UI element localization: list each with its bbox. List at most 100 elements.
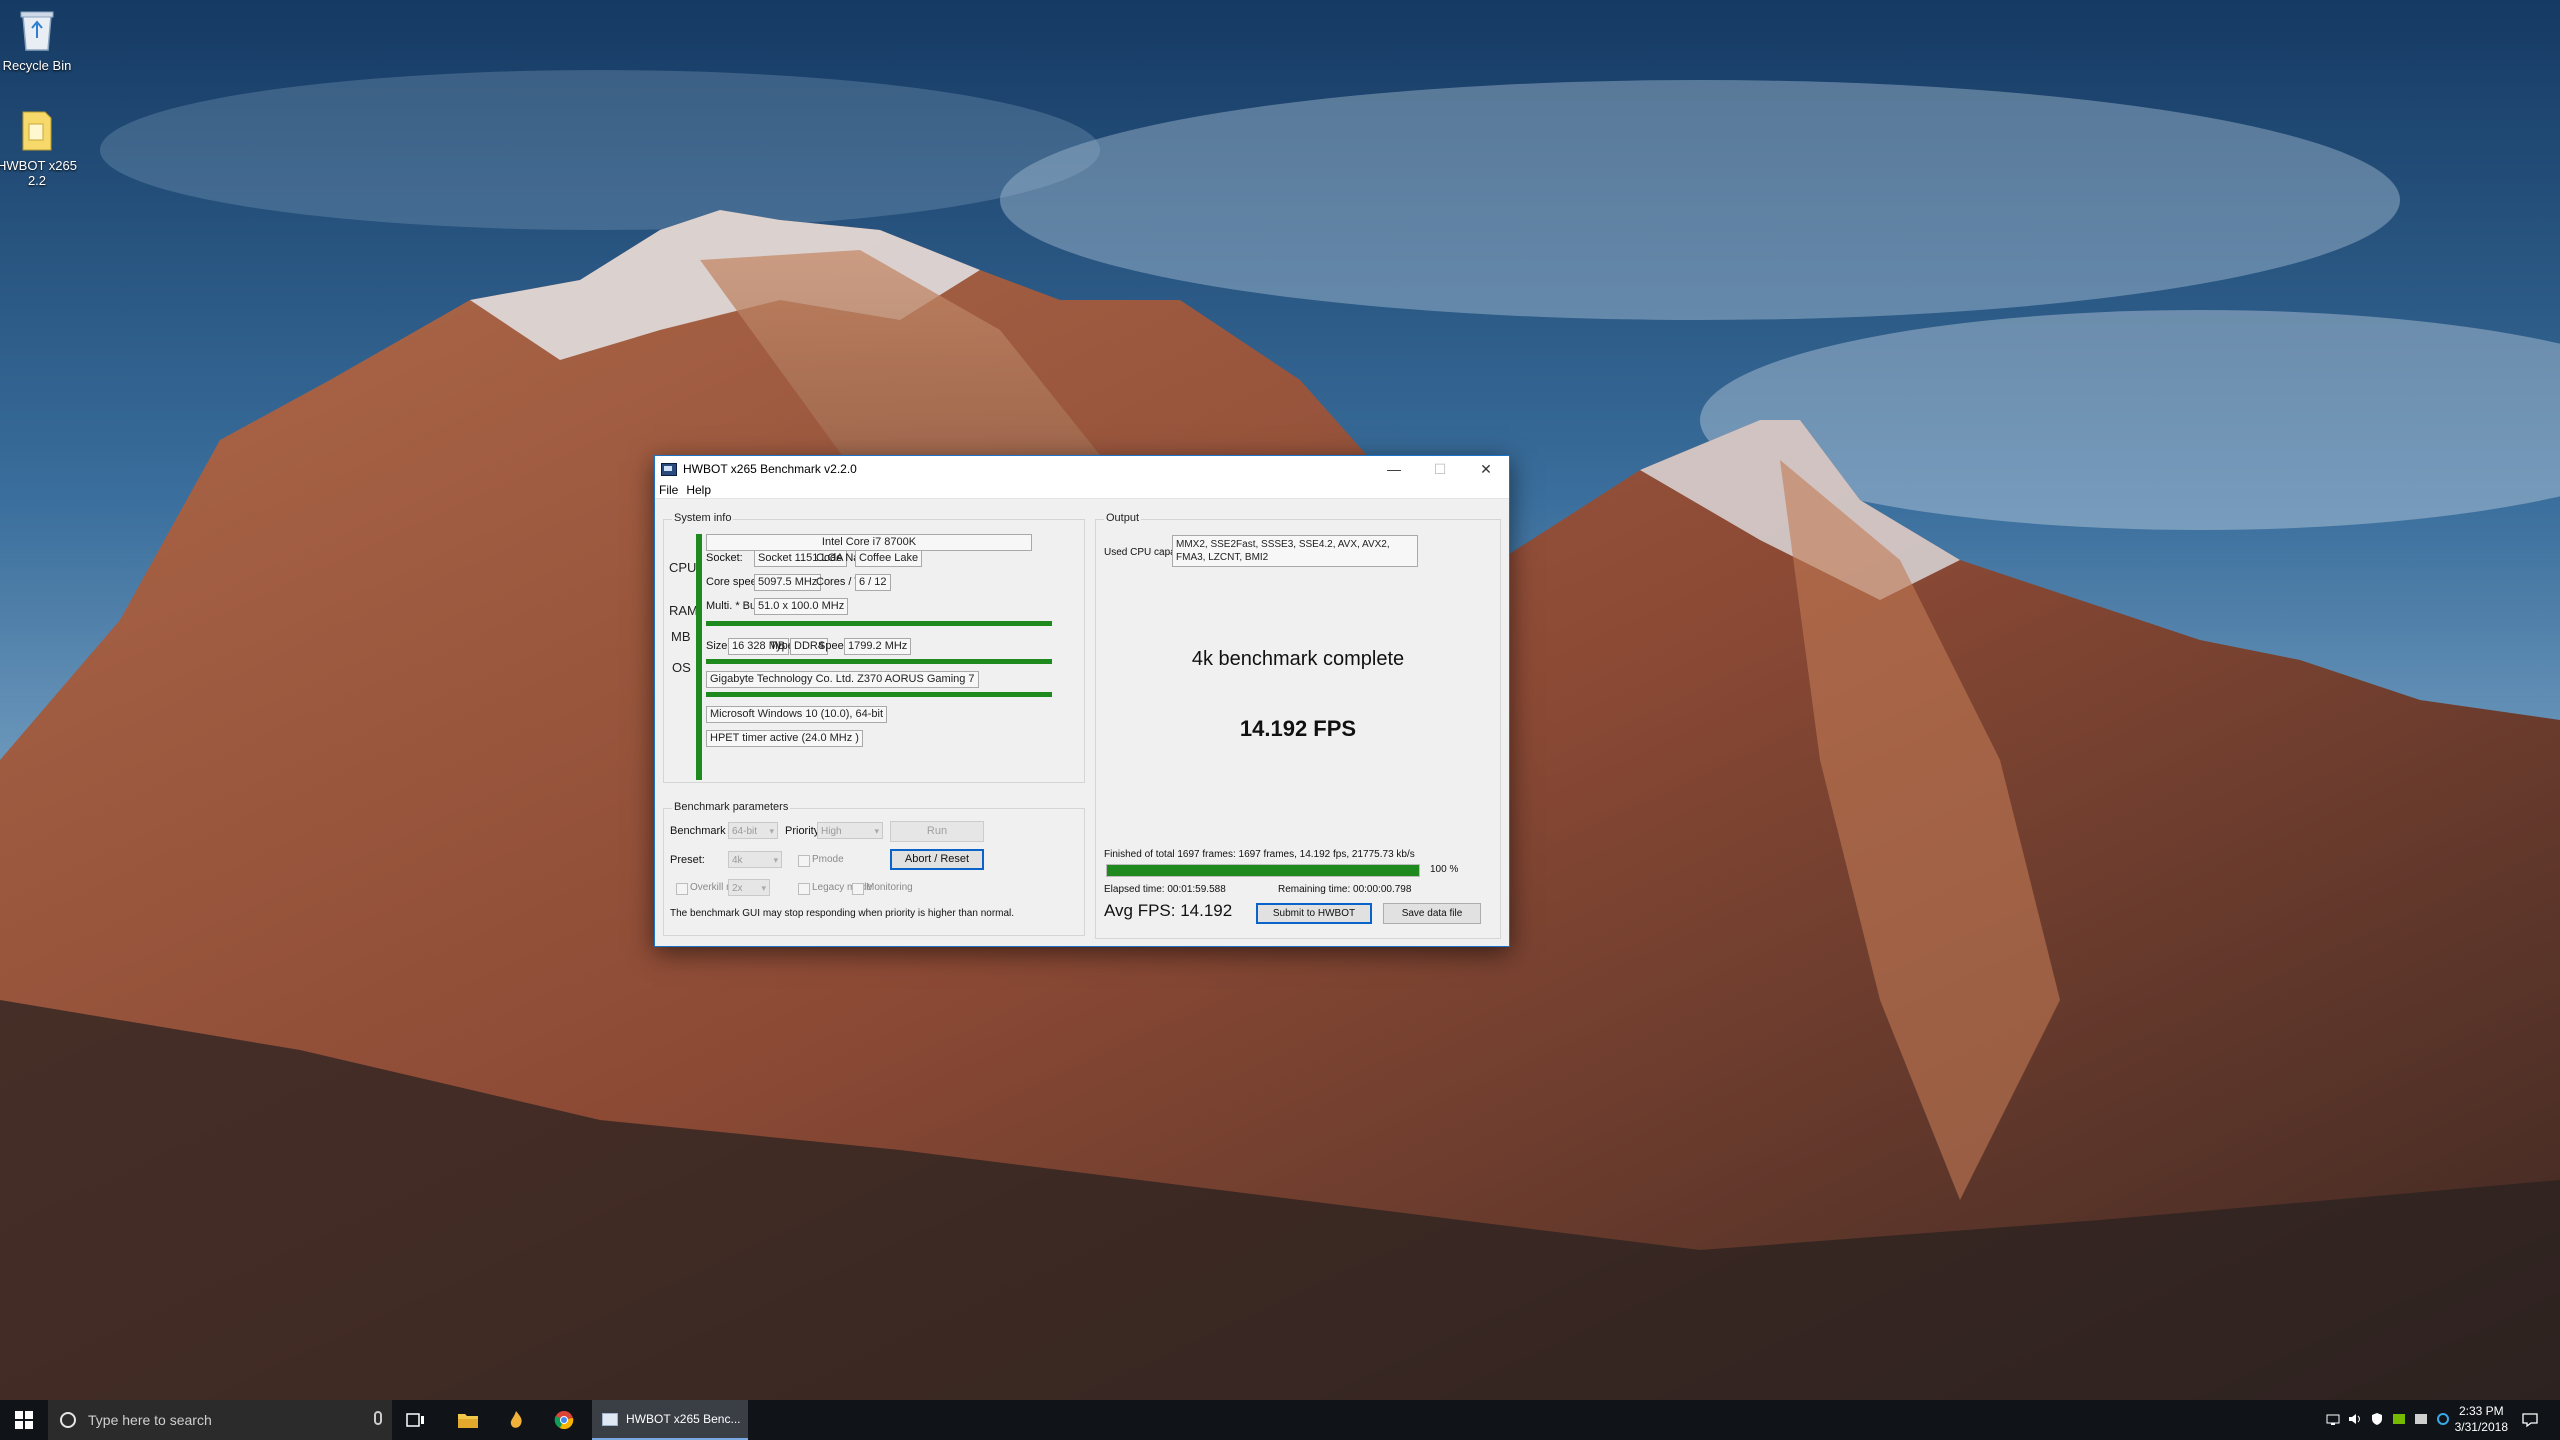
minimize-button[interactable]: — (1371, 456, 1417, 482)
priority-value: High (821, 826, 842, 837)
os-label: OS (672, 660, 691, 675)
benchmark-params-group: Benchmark parameters Benchmark type: 64-… (663, 801, 1085, 936)
menu-help[interactable]: Help (686, 482, 711, 498)
menu-file[interactable]: File (659, 482, 678, 498)
group-title: Output (1104, 512, 1142, 524)
monitoring-label: Monitoring (866, 882, 913, 893)
volume-icon[interactable] (2348, 1412, 2362, 1426)
taskbar-search-box[interactable]: Type here to search (48, 1400, 392, 1440)
cpu-capabilities-line: MMX2, SSE2Fast, SSSE3, SSE4.2, AVX, AVX2… (1176, 539, 1390, 550)
progress-percent: 100 % (1430, 864, 1459, 875)
desktop-icon-recycle-bin[interactable]: Recycle Bin (0, 6, 82, 73)
vertical-divider (696, 534, 702, 780)
mult-field: 51.0 x 100.0 MHz (754, 598, 849, 615)
mb-label: MB (671, 629, 691, 644)
group-title: Benchmark parameters (672, 801, 791, 813)
timer-field: HPET timer active (24.0 MHz ) (706, 730, 863, 747)
system-info-group: System info CPU RAM MB OS Intel Core i7 … (663, 512, 1085, 783)
chrome-icon (554, 1411, 574, 1430)
finished-summary: Finished of total 1697 frames: 1697 fram… (1104, 849, 1415, 860)
motherboard-field: Gigabyte Technology Co. Ltd. Z370 AORUS … (706, 671, 979, 688)
benchmark-type-value: 64-bit (732, 826, 758, 837)
legacy-checkbox[interactable] (798, 883, 810, 895)
chevron-down-icon: ▾ (761, 883, 766, 893)
taskbar-clock[interactable]: 2:33 PM 3/31/2018 (2455, 1403, 2508, 1435)
task-view-icon (406, 1413, 424, 1427)
app-icon (661, 462, 677, 476)
sync-icon[interactable] (2436, 1412, 2450, 1426)
overkill-select[interactable]: 2x ▾ (728, 879, 770, 896)
clock-time: 2:33 PM (2458, 1404, 2504, 1418)
desktop-icon-label: HWBOT x265 2.2 (0, 158, 77, 188)
pmode-checkbox[interactable] (798, 855, 810, 867)
section-divider (706, 692, 1052, 697)
task-label: HWBOT x265 Benc... (626, 1412, 741, 1426)
pinned-app-button[interactable] (496, 1400, 536, 1440)
chevron-down-icon: ▾ (769, 826, 774, 836)
file-explorer-button[interactable] (448, 1400, 488, 1440)
desktop-icon-hwbot-folder[interactable]: HWBOT x265 2.2 (0, 106, 82, 188)
fps-result: 14.192 FPS (1239, 716, 1357, 741)
preset-value: 4k (732, 855, 743, 866)
priority-select[interactable]: High ▾ (817, 822, 883, 839)
start-button[interactable] (0, 1400, 48, 1440)
app-tray-icon[interactable] (2414, 1412, 2428, 1426)
cpu-label: CPU (669, 560, 697, 575)
preset-label: Preset: (670, 854, 705, 866)
cores-field: 6 / 12 (855, 574, 891, 591)
maximize-button[interactable]: ☐ (1417, 456, 1463, 482)
nvidia-icon[interactable] (2392, 1412, 2406, 1426)
cortana-icon (60, 1412, 76, 1428)
monitoring-checkbox[interactable] (852, 883, 864, 895)
run-button[interactable]: Run (890, 821, 984, 842)
preset-select[interactable]: 4k ▾ (728, 851, 782, 868)
recycle-bin-icon (15, 6, 59, 54)
ram-speed-field: 1799.2 MHz (844, 638, 912, 655)
cpu-capabilities-field: MMX2, SSE2Fast, SSSE3, SSE4.2, AVX, AVX2… (1172, 535, 1418, 567)
flame-app-icon (510, 1411, 522, 1428)
taskbar: Type here to search HWBOT x265 Benc... 2… (0, 1400, 2560, 1440)
submit-to-hwbot-button[interactable]: Submit to HWBOT (1256, 903, 1372, 924)
elapsed-time: Elapsed time: 00:01:59.588 (1104, 884, 1226, 895)
taskbar-hwbot-task[interactable]: HWBOT x265 Benc... (592, 1400, 748, 1440)
task-view-button[interactable] (400, 1400, 432, 1440)
abort-reset-button[interactable]: Abort / Reset (890, 849, 984, 870)
overkill-checkbox[interactable] (676, 883, 688, 895)
progress-bar (1106, 864, 1420, 877)
remaining-time: Remaining time: 00:00:00.798 (1278, 884, 1412, 895)
security-shield-icon[interactable] (2370, 1412, 2384, 1426)
pmode-label: Pmode (812, 854, 844, 865)
network-icon[interactable] (2326, 1412, 2340, 1426)
ram-size-label: Size: (706, 640, 731, 652)
window-title: HWBOT x265 Benchmark v2.2.0 (683, 462, 857, 476)
avg-fps: Avg FPS: 14.192 (1104, 901, 1233, 920)
socket-label: Socket: (706, 552, 743, 564)
output-group: Output Used CPU capabilities: MMX2, SSE2… (1095, 512, 1501, 939)
os-field: Microsoft Windows 10 (10.0), 64-bit (706, 706, 888, 723)
search-placeholder: Type here to search (88, 1412, 212, 1428)
chevron-down-icon: ▾ (874, 826, 879, 836)
hwbot-task-icon (602, 1412, 618, 1426)
chevron-down-icon: ▾ (773, 855, 778, 865)
benchmark-status: 4k benchmark complete (1191, 648, 1405, 670)
cpu-capabilities-line: FMA3, LZCNT, BMI2 (1176, 552, 1269, 563)
title-bar[interactable]: HWBOT x265 Benchmark v2.2.0 — ☐ ✕ (655, 456, 1509, 482)
section-divider (706, 659, 1052, 664)
group-title: System info (672, 512, 734, 524)
priority-warning: The benchmark GUI may stop responding wh… (670, 908, 1015, 919)
desktop-icon-label: Recycle Bin (2, 58, 72, 73)
menu-bar: File Help (655, 482, 1509, 499)
folder-icon (458, 1414, 478, 1428)
windows-logo-icon (15, 1411, 33, 1429)
folder-icon (15, 106, 59, 154)
save-data-file-button[interactable]: Save data file (1383, 903, 1481, 924)
clock-date: 3/31/2018 (2454, 1420, 2508, 1434)
chrome-button[interactable] (544, 1400, 584, 1440)
benchmark-type-select[interactable]: 64-bit ▾ (728, 822, 778, 839)
ram-label: RAM (669, 603, 698, 618)
close-button[interactable]: ✕ (1463, 456, 1509, 482)
hwbot-window: HWBOT x265 Benchmark v2.2.0 — ☐ ✕ File H… (654, 455, 1510, 947)
microphone-icon[interactable] (374, 1411, 382, 1425)
codename-field: Coffee Lake (855, 550, 923, 567)
notifications-icon[interactable] (2522, 1412, 2538, 1428)
